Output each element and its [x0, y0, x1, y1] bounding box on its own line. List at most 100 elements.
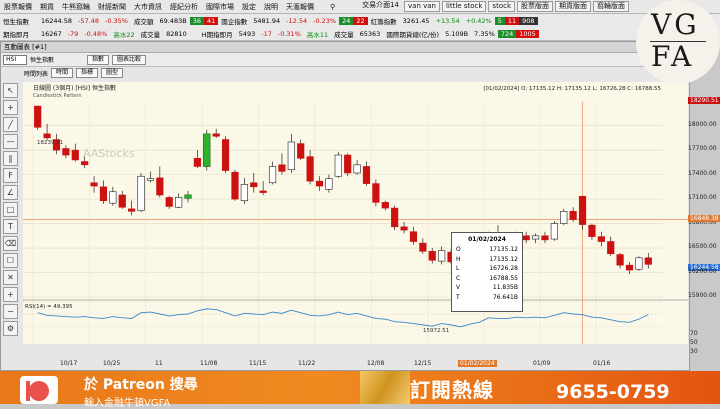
crosshair-price-label: 16848.38 — [688, 214, 720, 222]
zoom-out-icon[interactable]: − — [3, 304, 18, 319]
price-axis-label: 17700.00 — [688, 145, 717, 153]
candlestick-chart[interactable]: 日線圖 (3個月) [HSI] 恒生指數Candlestick Pattern [… — [23, 82, 688, 370]
menu-item-tinhui[interactable]: 天滙報價 — [282, 2, 318, 12]
menu-item-futures[interactable]: 期貨 — [36, 2, 58, 12]
menu-item-warrants[interactable]: 牛熊窩輪 — [58, 2, 94, 12]
intl-futures-name[interactable]: 國際期貨總(亿/份) — [383, 29, 442, 39]
redchip-pct: +0.42% — [465, 16, 492, 25]
candle-down — [212, 133, 220, 137]
search-icon[interactable]: ⚲ — [326, 3, 339, 11]
fan-icon[interactable]: ∠ — [3, 185, 18, 200]
candle-down — [156, 177, 164, 196]
tooltip-row-turnover: T 76.641B — [456, 294, 518, 304]
candle-down — [391, 207, 399, 228]
price-axis-label: 17400.00 — [688, 169, 717, 177]
tooltip-value: 17135.12 — [489, 255, 518, 263]
candle-down — [409, 231, 418, 242]
layout-button-4[interactable]: 股票版面 — [517, 1, 553, 12]
tooltip-value: 11.835B — [492, 284, 518, 291]
time-button[interactable]: 時間 — [51, 68, 74, 78]
indicator-button[interactable]: 指標 — [76, 68, 99, 78]
date-axis-label: 01/02/2024 — [458, 360, 497, 367]
candle-highlight — [184, 194, 192, 199]
hsif-name[interactable]: 期指即月 — [0, 29, 38, 39]
candle-down — [522, 235, 530, 241]
symbol-name: 恒生指數 — [30, 57, 55, 64]
candle-down — [381, 202, 389, 209]
candle-down — [644, 257, 652, 265]
cursor-icon[interactable]: ↖ — [3, 83, 18, 98]
hsi-last: 16244.58 — [41, 16, 73, 25]
banner-gold-graphic — [360, 371, 410, 404]
tooltip-key: C — [456, 274, 461, 282]
menu-item-broker-analysis[interactable]: 經紀分析 — [166, 2, 202, 12]
menu-item-help[interactable]: 說明 — [260, 2, 282, 12]
date-axis-label: 10/25 — [103, 360, 121, 367]
candle-down — [81, 161, 89, 166]
lock-icon[interactable]: ☐ — [3, 253, 18, 268]
menu-item-news[interactable]: 財經新聞 — [94, 2, 130, 12]
tooltip-date: 01/02/2024 — [468, 236, 506, 243]
rsi-label: RSI(14) = 49.395 — [25, 304, 73, 310]
layout-button-6[interactable]: 窩輪版面 — [593, 1, 629, 12]
hhif-premium: 高水11 — [306, 30, 329, 39]
candle-down — [597, 236, 605, 242]
hsif-volume-label: 成交量 — [140, 30, 161, 39]
candle-down — [62, 148, 70, 156]
candle-down — [588, 224, 596, 237]
hline-icon[interactable]: — — [3, 134, 18, 149]
ohlc-tooltip: 01/02/2024 O 17135.12 H 17135.12 L 16726.28… — [451, 232, 523, 312]
hscei-change: -12.54 — [286, 16, 308, 25]
candle-down — [118, 194, 126, 208]
redchip-name[interactable]: 紅籌指數 — [368, 16, 400, 26]
hhif-name[interactable]: H期指即月 — [190, 29, 236, 39]
chart-toolbar: HSI 恒生指數 指數 圖表比較 — [1, 53, 689, 67]
candle-down — [128, 208, 136, 212]
hscei-name[interactable]: 國企指數 — [218, 16, 250, 26]
trash-icon[interactable]: ✕ — [3, 270, 18, 285]
hsi-up-count: 36 — [189, 16, 204, 25]
rect-icon[interactable]: □ — [3, 202, 18, 217]
date-axis-label: 12/15 — [414, 360, 432, 367]
tooltip-value: 16788.55 — [489, 274, 518, 282]
eraser-icon[interactable]: ⌫ — [3, 236, 18, 251]
fibonacci-icon[interactable]: F — [3, 168, 18, 183]
menu-item-quotes[interactable]: 股票報價 — [0, 2, 36, 12]
menu-item-market-info[interactable]: 大市資訊 — [130, 2, 166, 12]
layout-button-5[interactable]: 期貨版面 — [555, 1, 591, 12]
price-axis-label: 15900.00 — [688, 292, 717, 299]
candle-down — [99, 186, 108, 202]
channel-icon[interactable]: ∥ — [3, 151, 18, 166]
candle-up — [353, 164, 361, 174]
candle-down — [400, 226, 408, 231]
hsif-premium: 高水22 — [113, 30, 135, 39]
settings-icon[interactable]: ⚙ — [3, 321, 18, 336]
tooltip-key: O — [456, 246, 461, 253]
chart-type-button[interactable]: 圖型 — [101, 68, 124, 78]
date-axis-label: 10/17 — [60, 360, 78, 367]
tooltip-key: L — [456, 265, 460, 272]
text-icon[interactable]: T — [3, 219, 18, 234]
menu-item-intl-market[interactable]: 國際市場 — [202, 2, 238, 12]
tooltip-value: 17135.12 — [489, 246, 518, 253]
index-button[interactable]: 指數 — [87, 54, 110, 65]
tooltip-key: H — [456, 255, 461, 263]
time-list-label: 時間列表 — [24, 70, 49, 78]
rsi-axis-label: 50 — [690, 339, 698, 346]
redchip-down-count: 11 — [504, 16, 520, 25]
chart-plot-area[interactable]: 日線圖 (3個月) [HSI] 恒生指數 Candlestick Pattern [… — [23, 82, 688, 344]
layout-button-1[interactable]: van van — [404, 1, 440, 12]
zoom-in-icon[interactable]: + — [3, 287, 18, 302]
symbol-input[interactable]: HSI — [3, 54, 27, 65]
tooltip-row-low: L 16726.28 — [456, 265, 518, 275]
chart-header-label: 日線圖 (3個月) [HSI] 恒生指數 — [33, 84, 116, 92]
layout-button-2[interactable]: little stock — [441, 1, 487, 12]
hsi-turnover-label: 成交額 — [133, 17, 154, 26]
menu-item-settings[interactable]: 設定 — [238, 2, 260, 12]
trendline-icon[interactable]: ╱ — [3, 117, 18, 132]
candle-down — [43, 133, 51, 139]
hsi-name[interactable]: 恒生指數 — [0, 16, 38, 26]
layout-button-3[interactable]: stock — [488, 1, 515, 12]
crosshair-icon[interactable]: + — [3, 100, 18, 115]
chart-compare-button[interactable]: 圖表比較 — [112, 54, 147, 65]
